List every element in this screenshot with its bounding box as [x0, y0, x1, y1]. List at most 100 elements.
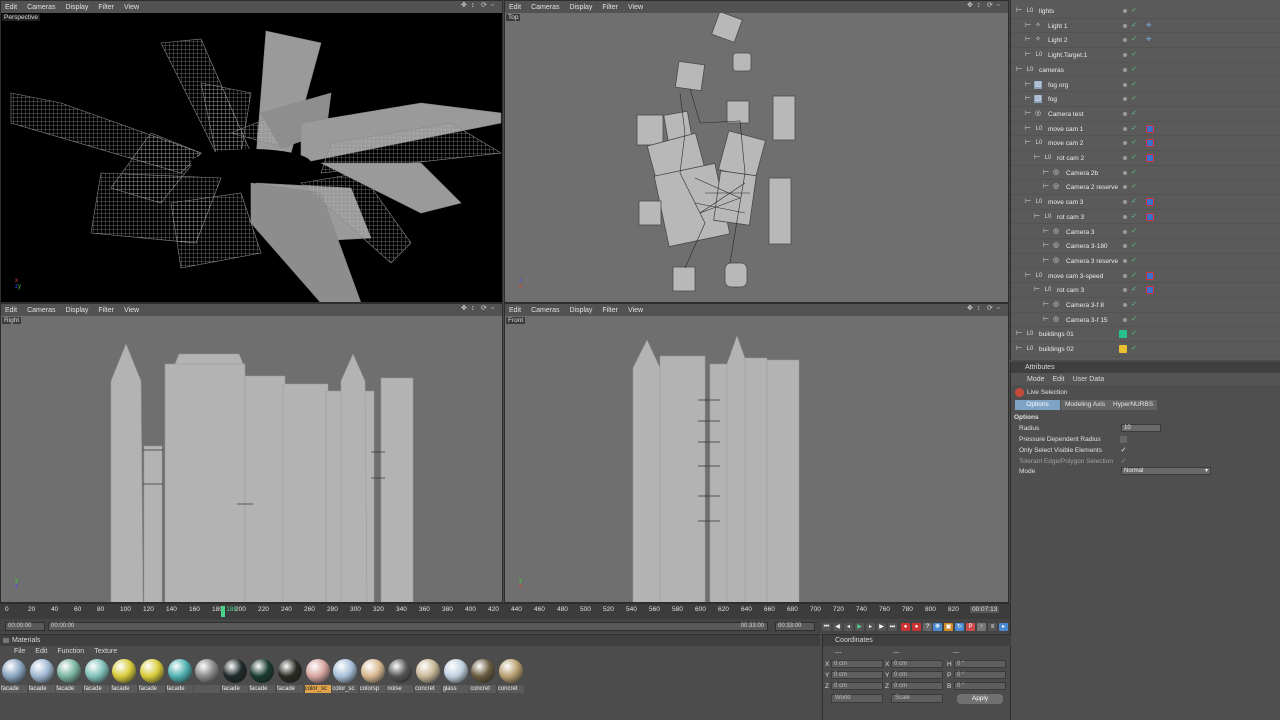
tree-expand-icon[interactable]: ⊢ [1015, 345, 1023, 353]
enable-check-icon[interactable]: ✓ [1130, 242, 1138, 250]
menu-edit[interactable]: Edit [509, 307, 521, 314]
object-row[interactable]: ⊢ ◎ Camera 3-f 15 ✓ [1011, 313, 1280, 328]
enable-check-icon[interactable]: ✓ [1130, 169, 1138, 177]
enable-check-icon[interactable]: ✓ [1130, 51, 1138, 59]
tree-expand-icon[interactable]: ⊢ [1042, 228, 1050, 236]
object-row[interactable]: ⊢ ✧ Light 2 ✓ ⌖ [1011, 33, 1280, 49]
object-row[interactable]: ⊢ ◎ Camera 3-180 ✓ [1011, 239, 1280, 254]
start-time-field[interactable]: 00:00:00 [5, 622, 45, 631]
point-key-icon[interactable]: ⁘ [977, 623, 986, 631]
tree-expand-icon[interactable]: ⊢ [1024, 198, 1032, 206]
object-manager[interactable]: ⊢ L0 lights ✓ ⊢ ✧ Light 1 ✓ ⌖ ⊢ ✧ Light 2 ✓ ⌖ ⊢ L0 Light… [1010, 0, 1280, 360]
zoom-view-icon[interactable]: ↕ [977, 2, 984, 10]
playhead[interactable] [221, 606, 226, 617]
maximize-view-icon[interactable]: ▫ [997, 305, 1004, 313]
zoom-view-icon[interactable]: ↕ [471, 2, 478, 10]
visibility-dot[interactable] [1123, 317, 1127, 322]
enable-check-icon[interactable]: ✓ [1130, 183, 1138, 191]
enable-check-icon[interactable]: ✓ [1130, 272, 1138, 280]
menu-filter[interactable]: Filter [98, 4, 114, 11]
timeline-menu-icon[interactable]: ≡ [988, 623, 997, 631]
tree-expand-icon[interactable]: ⊢ [1024, 95, 1032, 103]
object-row[interactable]: ⊢ ◎ Camera 2b ✓ [1011, 166, 1280, 181]
menu-cameras[interactable]: Cameras [531, 307, 559, 314]
menu-display[interactable]: Display [65, 307, 88, 314]
protection-tag[interactable] [1146, 139, 1154, 148]
material-swatch[interactable]: facade [111, 659, 138, 693]
object-row[interactable]: ⊢ L0 move cam 3-speed ✓ [1011, 269, 1280, 284]
tree-expand-icon[interactable]: ⊢ [1033, 286, 1041, 294]
maximize-view-icon[interactable]: ▫ [997, 2, 1004, 10]
move-view-icon[interactable]: ✥ [967, 2, 974, 10]
enable-check-icon[interactable]: ✓ [1130, 286, 1138, 294]
menu-display[interactable]: Display [569, 307, 592, 314]
enable-check-icon[interactable]: ✓ [1130, 66, 1138, 74]
object-row[interactable]: ⊢ L0 move cam 2 ✓ [1011, 136, 1280, 151]
material-swatch[interactable]: facade [139, 659, 165, 693]
tree-expand-icon[interactable]: ⊢ [1024, 125, 1032, 133]
scale-select[interactable]: Scale [891, 694, 943, 703]
visibility-dot[interactable] [1123, 111, 1127, 116]
menu-display[interactable]: Display [569, 4, 592, 11]
space-select[interactable]: World [831, 694, 883, 703]
tree-expand-icon[interactable]: ⊢ [1015, 330, 1023, 338]
material-swatch[interactable]: color_sc [304, 659, 331, 693]
protection-tag[interactable] [1146, 286, 1154, 295]
visibility-dot[interactable] [1123, 244, 1127, 249]
apply-button[interactable]: Apply [957, 694, 1003, 704]
mode-select[interactable]: Normal ▾ [1121, 467, 1211, 475]
move-view-icon[interactable]: ✥ [461, 305, 468, 313]
target-tag[interactable]: ⌖ [1146, 20, 1154, 30]
tab-options[interactable]: Options [1015, 400, 1060, 410]
timeline[interactable]: 0 20 40 60 80 100 120 140 160 180 200 220 240 260 280 3… [0, 603, 1010, 633]
menu-edit[interactable]: Edit [509, 4, 521, 11]
visibility-dot[interactable] [1123, 9, 1127, 13]
menu-view[interactable]: View [124, 307, 139, 314]
visibility-dot[interactable] [1123, 23, 1127, 28]
visibility-dot[interactable] [1123, 53, 1127, 58]
material-swatch[interactable]: concret [415, 659, 441, 693]
mat-menu-edit[interactable]: Edit [35, 648, 47, 655]
protection-tag[interactable] [1146, 154, 1154, 162]
position-key-icon[interactable]: ✥ [933, 623, 942, 631]
enable-check-icon[interactable]: ✓ [1130, 345, 1138, 353]
visibility-dot[interactable] [1123, 126, 1127, 131]
enable-check-icon[interactable]: ✓ [1130, 213, 1138, 221]
protection-tag[interactable] [1146, 271, 1154, 280]
material-swatch[interactable]: facade [56, 659, 83, 693]
enable-check-icon[interactable]: ✓ [1130, 110, 1138, 118]
move-view-icon[interactable]: ✥ [967, 305, 974, 313]
green-layer-tag[interactable] [1119, 330, 1127, 339]
maximize-view-icon[interactable]: ▫ [491, 305, 498, 313]
pressure-radius-checkbox[interactable] [1120, 436, 1127, 443]
panel-grip-icon[interactable] [3, 638, 9, 643]
pos-x-field[interactable]: 0 cm [831, 660, 883, 668]
attr-menu-mode[interactable]: Mode [1027, 376, 1045, 383]
menu-cameras[interactable]: Cameras [27, 307, 55, 314]
object-row[interactable]: ⊢ L0 buildings 02 ✓ [1011, 342, 1280, 357]
viewport-top[interactable]: Edit Cameras Display Filter View ✥ ↕ ⟳ ▫… [504, 0, 1009, 303]
enable-check-icon[interactable]: ✓ [1130, 154, 1138, 162]
enable-check-icon[interactable]: ✓ [1130, 36, 1138, 44]
visibility-dot[interactable] [1123, 38, 1127, 43]
visibility-dot[interactable] [1123, 156, 1127, 160]
mat-menu-function[interactable]: Function [57, 648, 84, 655]
object-row[interactable]: ⊢ L0 rot cam 2 ✓ [1011, 151, 1280, 166]
visibility-dot[interactable] [1123, 258, 1127, 263]
prev-key-icon[interactable]: ◀ [833, 623, 842, 631]
material-swatch[interactable]: glass [442, 659, 469, 693]
tree-expand-icon[interactable]: ⊢ [1042, 183, 1050, 191]
keyframe-selection-icon[interactable]: ? [923, 623, 932, 631]
enable-check-icon[interactable]: ✓ [1130, 22, 1138, 30]
visibility-dot[interactable] [1123, 67, 1127, 72]
menu-filter[interactable]: Filter [602, 307, 618, 314]
object-row[interactable]: ⊢ ▧ fog ✓ [1011, 92, 1280, 107]
end-time-field[interactable]: 00:33:00 [775, 622, 815, 631]
viewport-front[interactable]: Edit Cameras Display Filter View ✥ ↕ ⟳ ▫… [504, 303, 1009, 603]
tree-expand-icon[interactable]: ⊢ [1015, 7, 1023, 15]
tree-expand-icon[interactable]: ⊢ [1042, 316, 1050, 324]
object-row[interactable]: ⊢ ◎ Camera 3 ✓ [1011, 225, 1280, 240]
attr-menu-userdata[interactable]: User Data [1073, 376, 1105, 383]
goto-end-icon[interactable]: ⏭ [888, 623, 897, 631]
enable-check-icon[interactable]: ✓ [1130, 7, 1138, 15]
